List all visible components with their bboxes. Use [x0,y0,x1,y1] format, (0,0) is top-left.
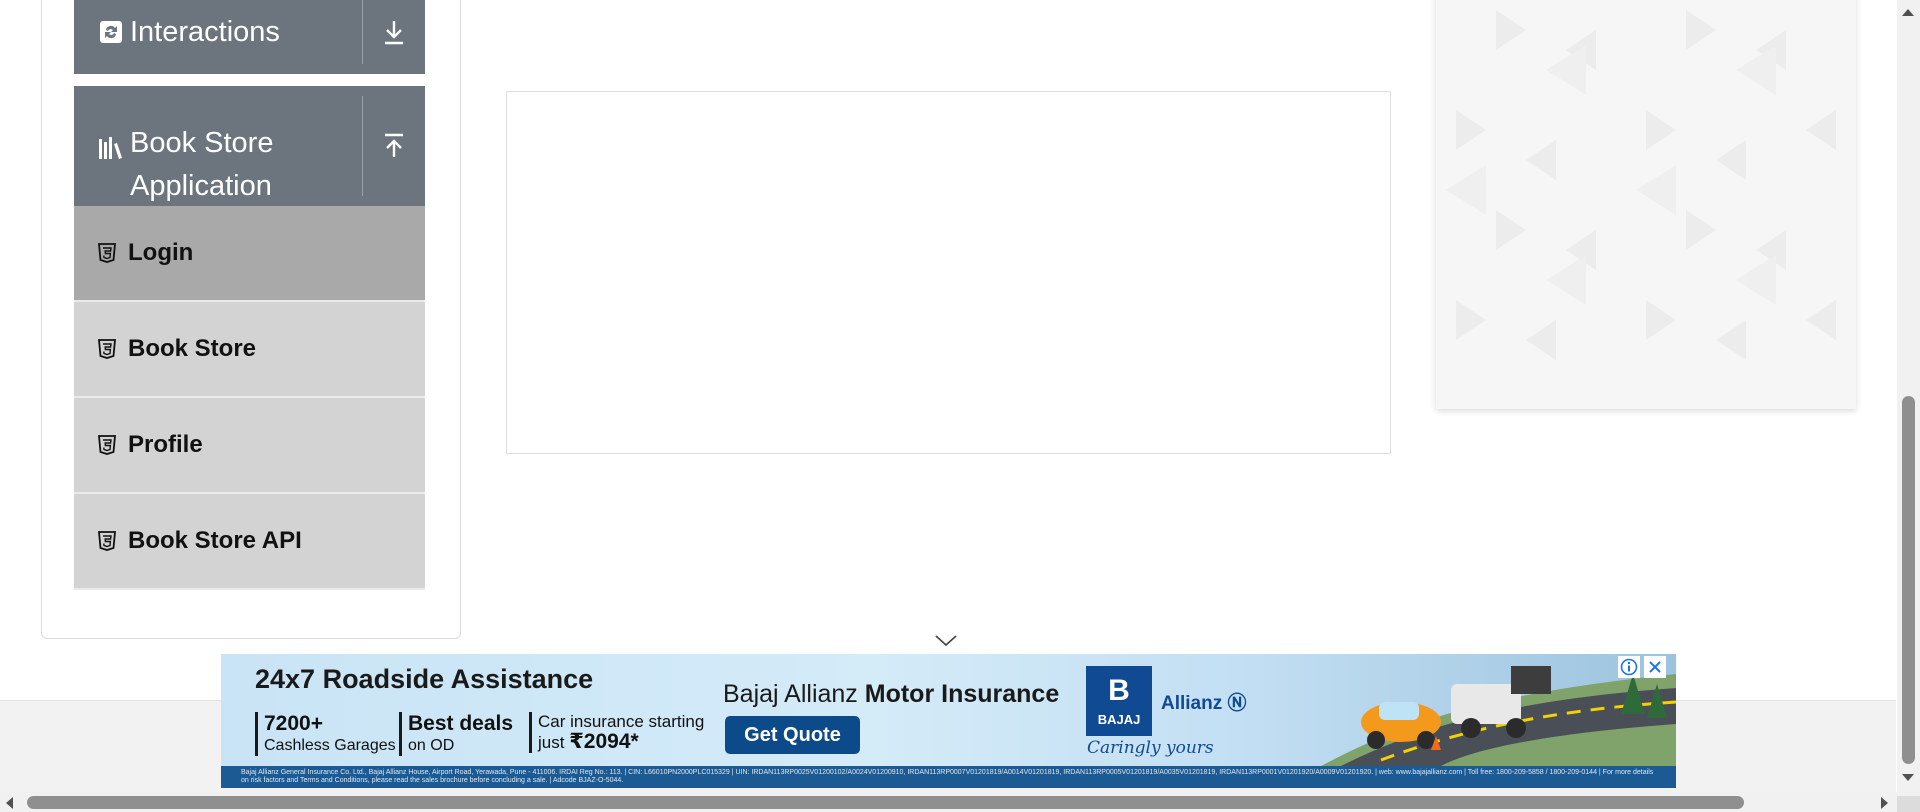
menu-item-label: Profile [128,431,203,458]
ad-stat-price: Car insurance starting just ₹2094* [529,712,704,753]
ad-close-icon[interactable] [1644,656,1666,678]
ad-fineprint: Bajaj Allianz General Insurance Co. Ltd.… [221,766,1676,788]
bajaj-logo: B BAJAJ [1086,666,1152,736]
group-header-interactions[interactable]: Interactions [74,0,425,74]
triangle-pattern [1446,10,1836,360]
ad-price-prefix: just [538,733,570,752]
ad-stat-deals: Best deals on OD [399,712,513,756]
menu-item-profile[interactable]: Profile [74,398,425,494]
scroll-up-arrow-icon[interactable] [1901,4,1915,22]
get-quote-button[interactable]: Get Quote [725,716,860,754]
ad-stat-value: 7200+ [264,712,323,735]
html5-icon [96,338,118,360]
logo-mark: B [1108,673,1130,707]
horizontal-scrollbar[interactable] [0,792,1897,812]
ad-brand-regular: Bajaj Allianz [723,680,865,708]
ad-stat-caption: on OD [408,737,455,754]
menu-item-book-store[interactable]: Book Store [74,302,425,398]
interactions-icon [98,19,124,45]
menu-item-label: Login [128,239,194,266]
group-label-interactions: Interactions [130,15,280,48]
book-store-menu: Login Book Store Profile Book Store API [74,206,425,590]
html5-icon [96,434,118,456]
group-label-book-store-application: Book Store Application [130,122,362,208]
bookshelf-icon [98,135,124,161]
group-label-line-1: Book Store [130,127,274,159]
menu-item-login[interactable]: Login [74,206,425,302]
allianz-eagle-icon: Ⓝ [1227,693,1247,714]
ad-stat-caption: Cashless Garages [264,737,396,754]
ad-headline: 24x7 Roadside Assistance [255,664,594,694]
html5-icon [96,530,118,552]
vertical-scrollbar[interactable] [1897,0,1920,796]
scroll-left-arrow-icon[interactable] [4,796,14,812]
ad-brand-bold: Motor Insurance [864,680,1060,708]
collapse-up-icon[interactable] [363,133,425,159]
page-viewport: Interactions Book Store Application Logi… [0,0,1920,812]
ad-tagline: Caringly yours [1087,738,1214,758]
html5-icon [96,242,118,264]
insurance-ad-banner[interactable]: 24x7 Roadside Assistance 7200+ Cashless … [221,654,1676,788]
group-label-line-2: Application [130,170,272,202]
ad-price-line: just ₹2094* [538,730,704,753]
logo-word: BAJAJ [1097,711,1141,727]
scroll-down-arrow-icon[interactable] [1901,770,1915,788]
menu-item-book-store-api[interactable]: Book Store API [74,494,425,590]
horizontal-scroll-thumb[interactable] [27,796,1744,809]
expand-down-icon[interactable] [363,19,425,45]
main-content-panel [506,91,1391,454]
scroll-right-arrow-icon[interactable] [1880,796,1890,812]
ad-brand-line: Bajaj Allianz Motor Insurance [723,680,1059,709]
allianz-label: Allianz [1161,693,1223,714]
allianz-logo: Allianz Ⓝ [1161,688,1247,715]
ad-stat-garages: 7200+ Cashless Garages [255,712,396,756]
ad-stat-caption: Car insurance starting [538,712,705,731]
ad-price-value: ₹2094* [569,730,639,753]
group-header-book-store-application[interactable]: Book Store Application [74,86,425,206]
vertical-scroll-thumb[interactable] [1902,396,1915,764]
chevron-down-icon[interactable] [934,634,958,653]
ad-info-icon[interactable] [1618,656,1640,678]
scrollbar-corner [1897,796,1920,812]
menu-item-label: Book Store [128,335,257,362]
menu-item-label: Book Store API [128,527,302,554]
side-ad-panel[interactable] [1436,0,1856,409]
ad-stat-value: Best deals [408,712,514,735]
